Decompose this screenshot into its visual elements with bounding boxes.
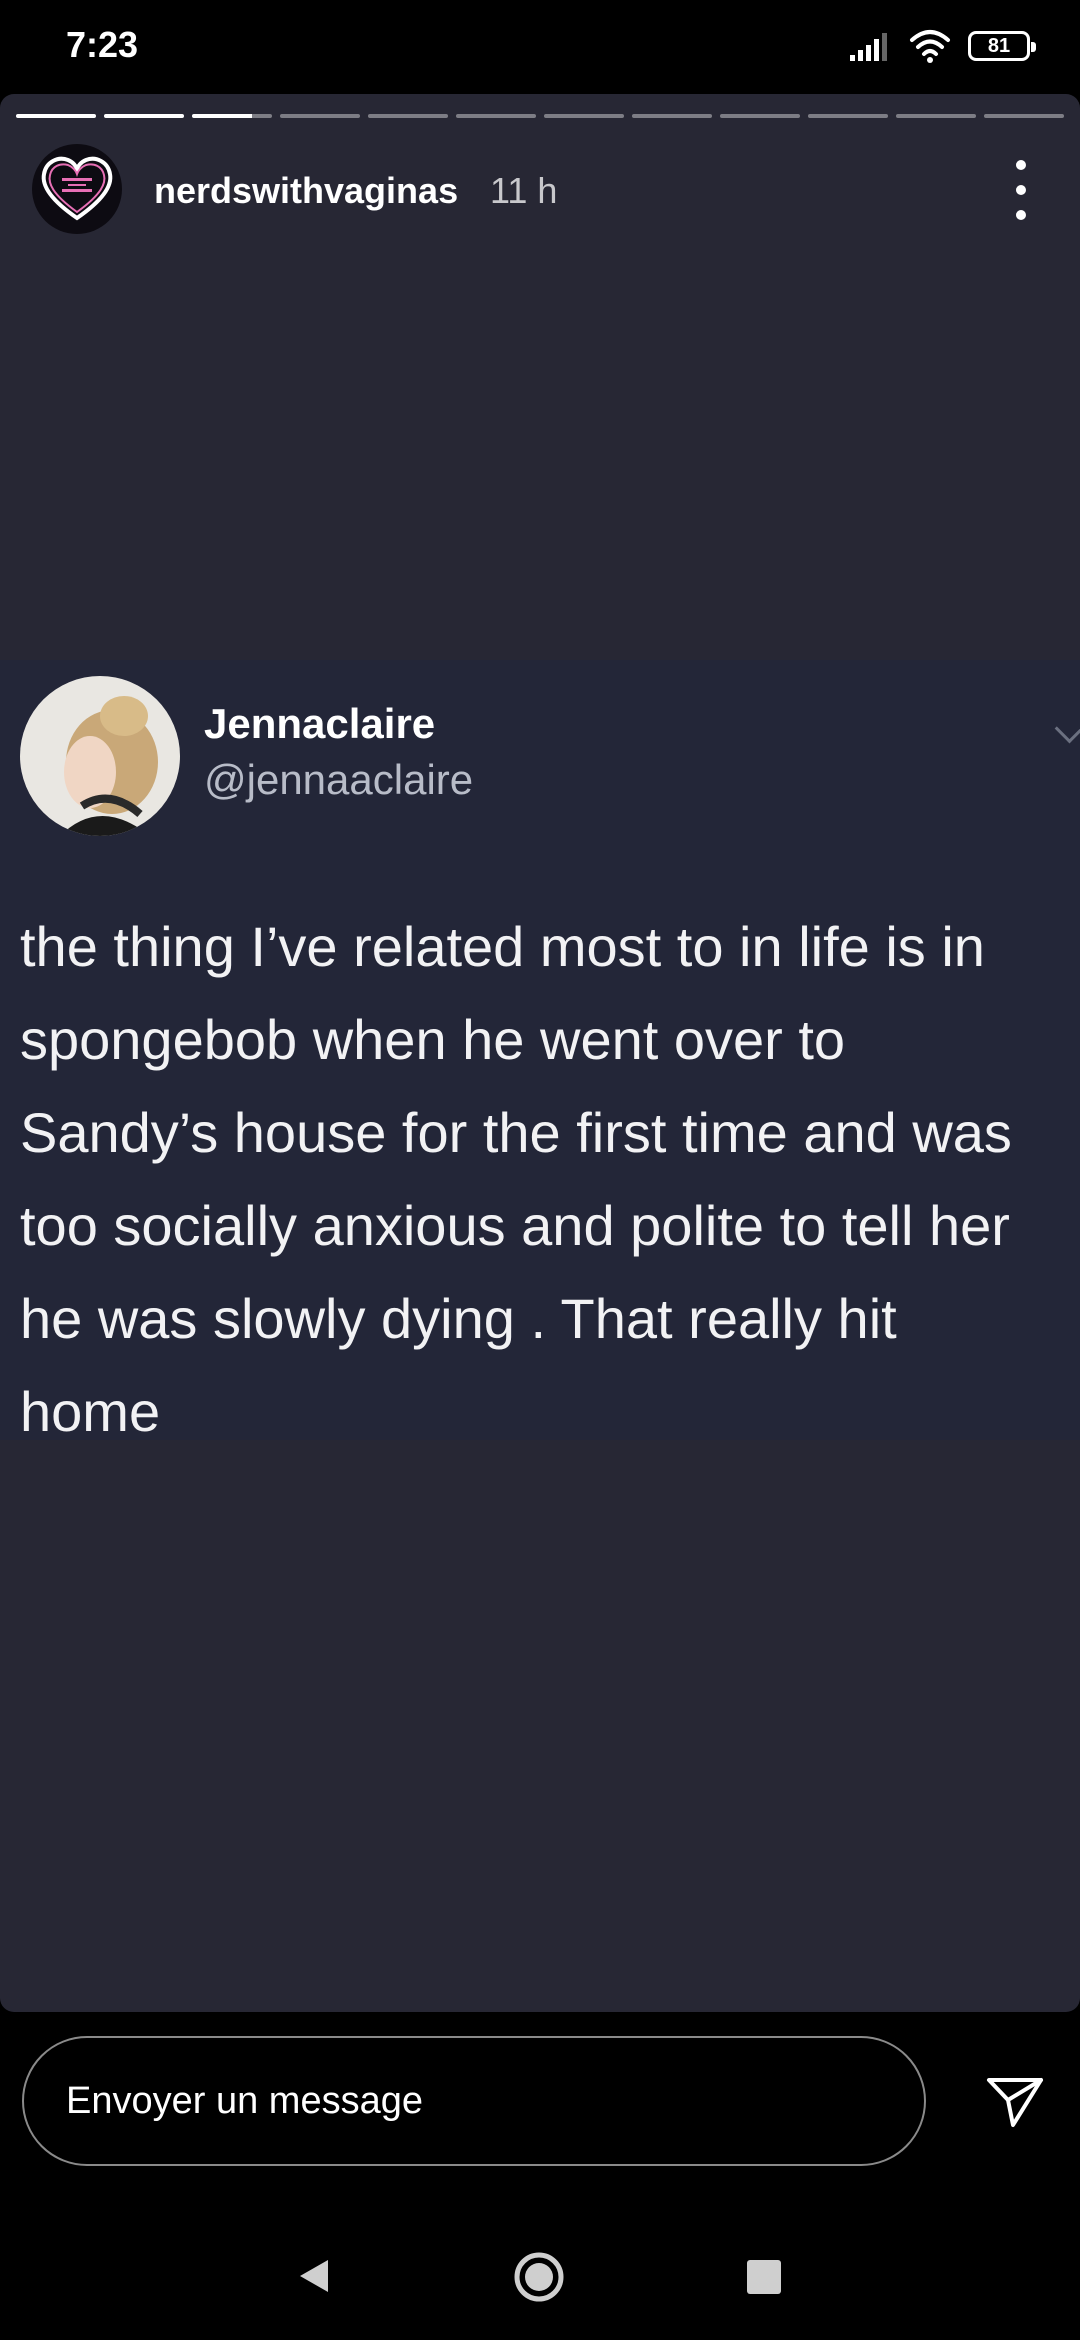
story-time-ago: 11 h	[490, 170, 558, 211]
tweet-line: the thing I’ve related most to in life i…	[20, 915, 985, 978]
progress-segment	[16, 114, 96, 118]
tweet-text: the thing I’ve related most to in life i…	[20, 900, 1080, 1458]
progress-segment	[456, 114, 536, 118]
tweet-line: he was slowly dying . That really hit	[20, 1287, 897, 1350]
nav-back-icon[interactable]	[296, 2256, 332, 2296]
battery-icon: 81	[968, 31, 1036, 61]
progress-segment	[720, 114, 800, 118]
account-name[interactable]: nerdswithvaginas	[154, 170, 458, 212]
progress-segment	[632, 114, 712, 118]
tweet-avatar	[20, 676, 180, 836]
nav-recents-icon[interactable]	[747, 2260, 781, 2294]
tweet-screenshot: Jennaclaire @jennaaclaire the thing I’ve…	[0, 660, 1080, 1443]
progress-segment	[896, 114, 976, 118]
wifi-icon	[910, 30, 950, 63]
nav-home-icon[interactable]	[512, 2250, 566, 2304]
progress-segment	[192, 114, 272, 118]
story-card[interactable]: nerdswithvaginas 11 h Jennaclaire @jenna…	[0, 94, 1080, 2012]
progress-segment	[104, 114, 184, 118]
account-avatar[interactable]	[32, 144, 122, 234]
progress-segment	[368, 114, 448, 118]
story-header: nerdswithvaginas 11 h	[32, 144, 1048, 240]
progress-segment	[544, 114, 624, 118]
tweet-line: home	[20, 1380, 161, 1443]
status-icons: 81	[848, 28, 1036, 64]
chevron-down-icon	[1054, 713, 1080, 744]
heart-logo-icon	[41, 156, 113, 221]
tweet-line: too socially anxious and polite to tell …	[20, 1194, 1010, 1257]
tweet-author-handle: @jennaaclaire	[204, 756, 474, 803]
progress-segment	[280, 114, 360, 118]
message-input-placeholder: Envoyer un message	[66, 2079, 423, 2122]
progress-segment	[808, 114, 888, 118]
more-options-icon[interactable]	[1014, 160, 1028, 220]
status-time: 7:23	[66, 24, 139, 65]
status-bar: 7:23 81	[0, 0, 1080, 92]
progress-segment	[984, 114, 1064, 118]
story-progress-bar	[16, 114, 1064, 118]
tweet-line: Sandy’s house for the first time and was	[20, 1101, 1012, 1164]
tweet-author-name: Jennaclaire	[204, 700, 436, 747]
battery-level: 81	[987, 34, 1011, 57]
send-icon[interactable]	[986, 2076, 1044, 2128]
message-input[interactable]: Envoyer un message	[22, 2036, 926, 2166]
signal-icon	[850, 33, 887, 61]
tweet-line: spongebob when he went over to	[20, 1008, 846, 1071]
